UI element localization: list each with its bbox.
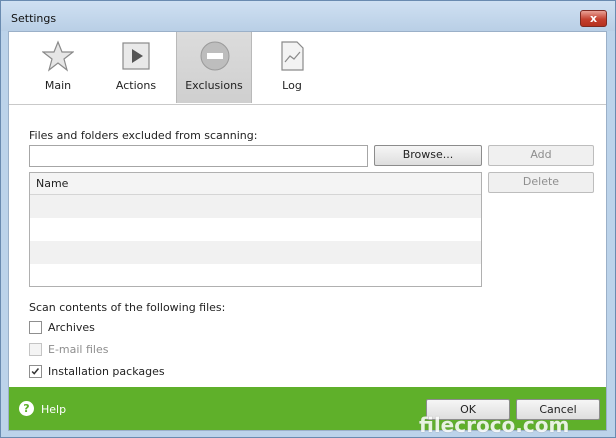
window-title: Settings bbox=[11, 12, 57, 25]
settings-window: Settings x Main Actions Exclusions Log F… bbox=[0, 0, 616, 438]
installation-packages-label: Installation packages bbox=[48, 365, 165, 378]
tab-bar: Main Actions Exclusions Log bbox=[9, 32, 606, 105]
minus-circle-icon bbox=[200, 41, 230, 71]
delete-button[interactable]: Delete bbox=[488, 172, 594, 193]
archives-label: Archives bbox=[48, 321, 95, 334]
tab-exclusions[interactable]: Exclusions bbox=[176, 32, 252, 103]
browse-button[interactable]: Browse... bbox=[374, 145, 482, 166]
exclusion-path-input[interactable] bbox=[29, 145, 368, 167]
list-row bbox=[30, 195, 481, 218]
close-button[interactable]: x bbox=[580, 10, 607, 27]
exclusions-section-label: Files and folders excluded from scanning… bbox=[29, 129, 258, 142]
help-icon[interactable]: ? bbox=[19, 401, 34, 416]
star-icon bbox=[42, 40, 74, 72]
list-row bbox=[30, 218, 481, 241]
tab-log-label: Log bbox=[282, 79, 302, 92]
play-icon bbox=[122, 42, 150, 70]
list-row bbox=[30, 264, 481, 286]
chart-document-icon bbox=[281, 41, 304, 71]
archives-checkbox[interactable] bbox=[29, 321, 42, 334]
add-button[interactable]: Add bbox=[488, 145, 594, 166]
installation-packages-checkbox[interactable] bbox=[29, 365, 42, 378]
tab-exclusions-label: Exclusions bbox=[185, 79, 243, 92]
watermark-text: filecroco.com bbox=[419, 413, 570, 437]
title-bar[interactable]: Settings x bbox=[1, 1, 615, 31]
email-files-checkbox[interactable] bbox=[29, 343, 42, 356]
scan-section-label: Scan contents of the following files: bbox=[29, 301, 226, 314]
list-row bbox=[30, 241, 481, 264]
dialog-content: Main Actions Exclusions Log Files and fo… bbox=[8, 31, 607, 431]
tab-main-label: Main bbox=[44, 79, 72, 92]
tab-main[interactable]: Main bbox=[20, 32, 96, 103]
tab-log[interactable]: Log bbox=[254, 32, 330, 103]
help-link[interactable]: Help bbox=[41, 403, 66, 416]
tab-actions-label: Actions bbox=[115, 79, 157, 92]
checkmark-icon bbox=[31, 368, 40, 375]
column-header-name[interactable]: Name bbox=[30, 173, 481, 195]
exclusions-list[interactable]: Name bbox=[29, 172, 482, 287]
email-files-label: E-mail files bbox=[48, 343, 109, 356]
tab-actions[interactable]: Actions bbox=[98, 32, 174, 103]
